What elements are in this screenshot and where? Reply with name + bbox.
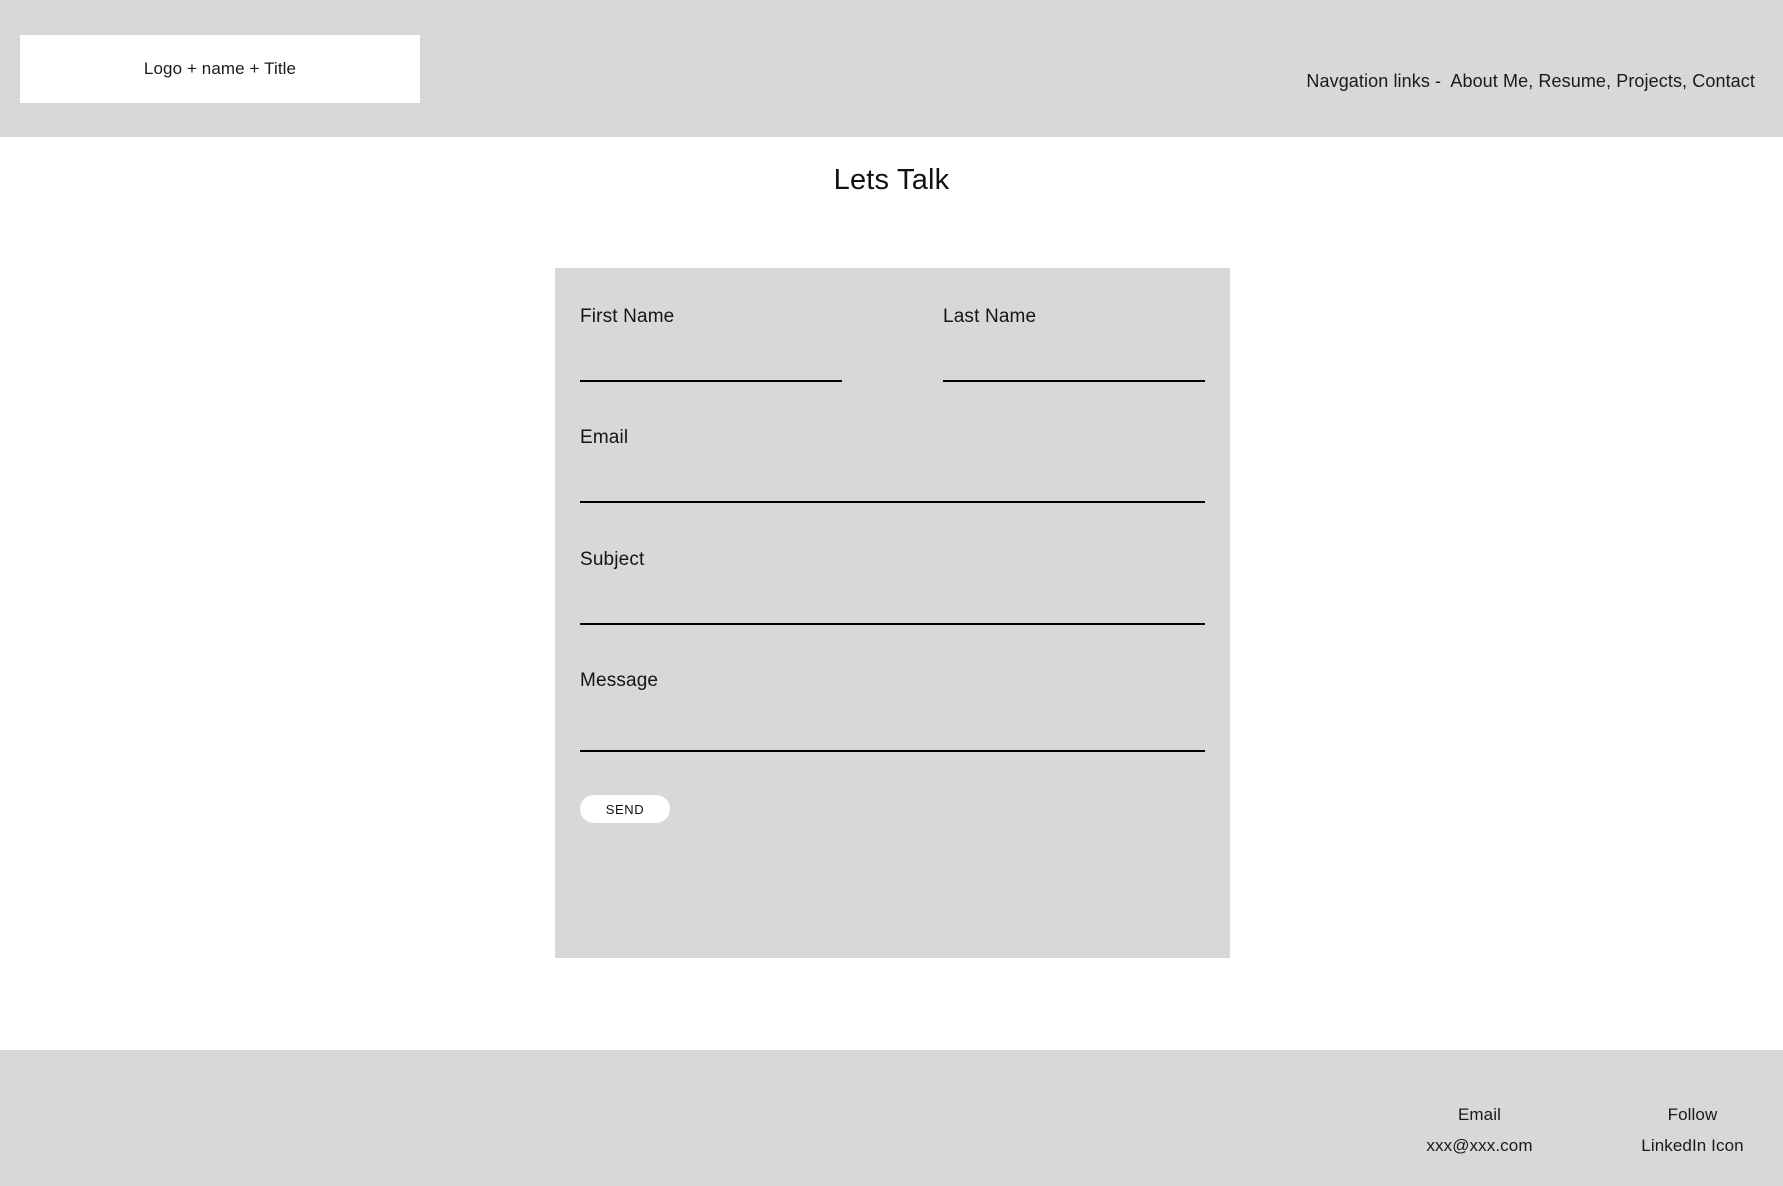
contact-form-card: First Name Last Name Email Subject Messa… <box>555 268 1230 958</box>
send-button[interactable]: SEND <box>580 795 670 823</box>
subject-input[interactable] <box>580 571 1205 625</box>
logo-box[interactable]: Logo + name + Title <box>20 35 420 103</box>
first-name-input[interactable] <box>580 328 842 382</box>
message-input[interactable] <box>580 692 1205 752</box>
email-label: Email <box>580 427 629 448</box>
message-field: Message <box>580 670 1205 752</box>
last-name-label: Last Name <box>943 306 1037 327</box>
navigation-links-text: Navgation links - About Me, Resume, Proj… <box>1306 71 1755 91</box>
footer-email-title: Email <box>1457 1105 1501 1124</box>
site-footer: Email xxx@xxx.com Follow LinkedIn Icon <box>0 1050 1783 1186</box>
name-field-row: First Name Last Name <box>580 306 1205 382</box>
last-name-field: Last Name <box>943 306 1205 382</box>
page-title: Lets Talk <box>833 164 950 196</box>
subject-label: Subject <box>580 549 645 570</box>
last-name-input[interactable] <box>943 328 1205 382</box>
page-root: Logo + name + Title Navgation links - Ab… <box>0 0 1783 1186</box>
email-field: Email <box>580 427 1205 503</box>
footer-column-email: Email xxx@xxx.com <box>1417 1105 1542 1156</box>
subject-field: Subject <box>580 549 1205 625</box>
first-name-label: First Name <box>580 306 675 327</box>
logo-box-label: Logo + name + Title <box>143 59 297 78</box>
navigation-links[interactable]: Navgation links - About Me, Resume, Proj… <box>1276 50 1755 113</box>
footer-columns: Email xxx@xxx.com Follow LinkedIn Icon <box>1417 1105 1755 1156</box>
email-input[interactable] <box>580 449 1205 503</box>
first-name-field: First Name <box>580 306 842 382</box>
footer-follow-title: Follow <box>1667 1105 1718 1124</box>
footer-email-value[interactable]: xxx@xxx.com <box>1417 1136 1542 1156</box>
footer-column-follow: Follow LinkedIn Icon <box>1630 1105 1755 1156</box>
site-header: Logo + name + Title Navgation links - Ab… <box>0 0 1783 137</box>
linkedin-icon[interactable]: LinkedIn Icon <box>1630 1136 1755 1156</box>
message-label: Message <box>580 670 659 691</box>
main-content: Lets Talk First Name Last Name Email Sub… <box>0 137 1783 1050</box>
